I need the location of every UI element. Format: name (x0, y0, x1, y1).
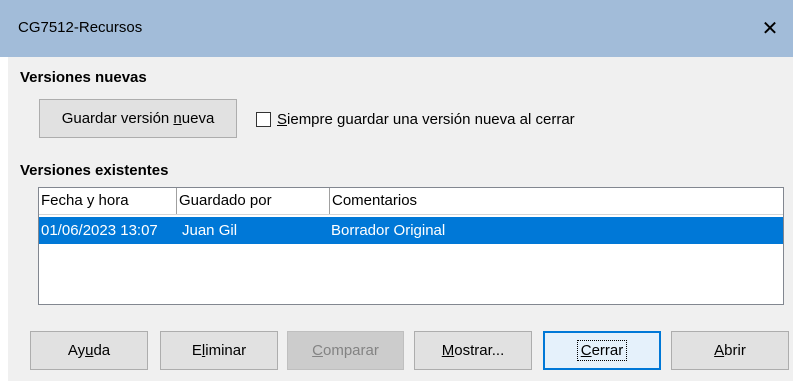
column-header-date[interactable]: Fecha y hora (39, 188, 177, 214)
delete-button[interactable]: Eliminar (160, 331, 278, 370)
delete-label: Eliminar (191, 342, 247, 359)
column-header-comments[interactable]: Comentarios (330, 188, 783, 214)
title-bar: CG7512-Recursos ✕ (0, 0, 793, 57)
versions-table-header: Fecha y hora Guardado por Comentarios (39, 188, 783, 215)
show-button[interactable]: Mostrar... (414, 331, 532, 370)
close-button[interactable]: Cerrar (543, 331, 661, 370)
show-label: Mostrar... (441, 342, 505, 359)
table-row[interactable]: 01/06/2023 13:07 Juan Gil Borrador Origi… (39, 217, 783, 244)
help-label: Ayuda (67, 342, 111, 359)
row-saved-by: Juan Gil (182, 222, 238, 239)
close-window-button[interactable]: ✕ (747, 0, 793, 57)
compare-button[interactable]: Comparar (287, 331, 404, 370)
window-title: CG7512-Recursos (18, 19, 143, 36)
new-versions-heading: Versiones nuevas (20, 69, 147, 86)
save-new-version-button[interactable]: Guardar versión nueva (39, 99, 237, 138)
close-icon: ✕ (761, 18, 779, 40)
row-comment: Borrador Original (331, 222, 446, 239)
column-header-saved-by[interactable]: Guardado por (177, 188, 330, 214)
always-save-checkbox[interactable] (256, 111, 271, 127)
help-button[interactable]: Ayuda (30, 331, 148, 370)
versions-table[interactable]: Fecha y hora Guardado por Comentarios 01… (38, 187, 784, 305)
always-save-option[interactable]: Siempre guardar una versión nueva al cer… (256, 109, 575, 129)
compare-label: Comparar (312, 342, 379, 359)
open-button[interactable]: Abrir (671, 331, 789, 370)
close-label: Cerrar (576, 340, 628, 361)
dialog-body: Versiones nuevas Guardar versión nueva S… (8, 57, 793, 381)
existing-versions-heading: Versiones existentes (20, 162, 169, 179)
open-label: Abrir (714, 342, 746, 359)
row-date: 01/06/2023 13:07 (41, 222, 158, 239)
always-save-label: Siempre guardar una versión nueva al cer… (277, 110, 575, 128)
save-new-version-label: Guardar versión nueva (61, 110, 215, 127)
